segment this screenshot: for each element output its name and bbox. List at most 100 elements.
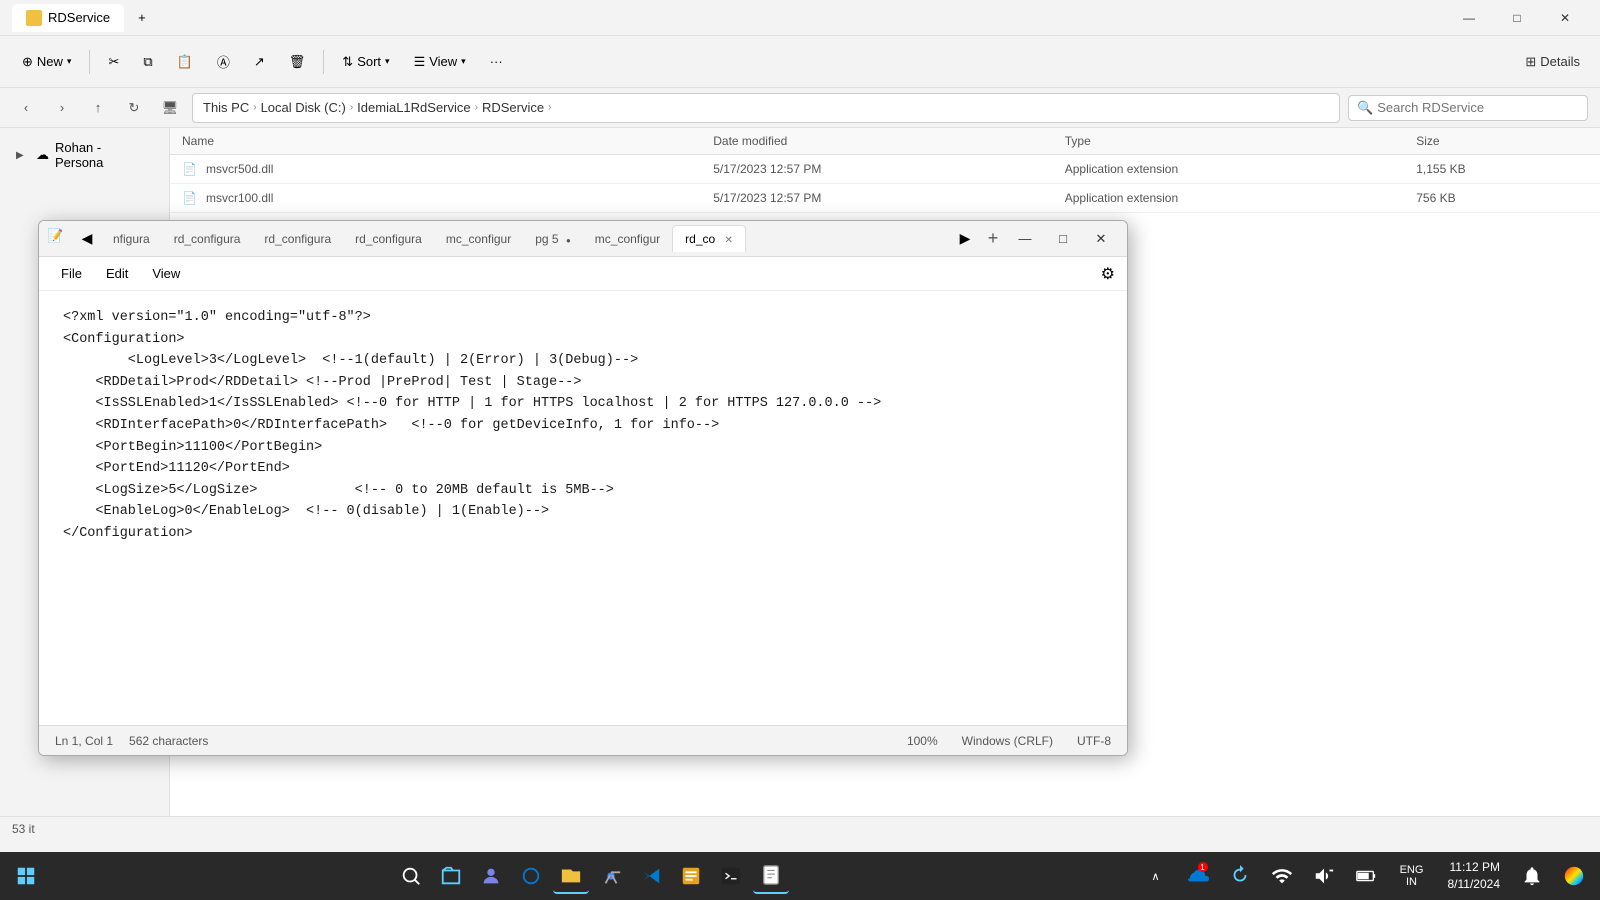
sep-1: › (253, 102, 256, 113)
back-button[interactable]: ‹ (12, 94, 40, 122)
np-prev-tab[interactable]: ◀ (73, 225, 101, 253)
taskbar-right: ∧ 1 ENG IN 11:12 PM 8/11/2024 (1138, 858, 1593, 894)
close-button[interactable]: ✕ (1542, 2, 1588, 34)
np-menubar: File Edit View ⚙ (39, 257, 1127, 291)
search-box[interactable]: 🔍 (1348, 95, 1588, 121)
np-tab-label-3: rd_configura (355, 232, 422, 246)
new-button[interactable]: ⊕ New ▾ (12, 48, 81, 76)
refresh-button[interactable]: ↻ (120, 94, 148, 122)
plus-icon: ⊕ (22, 54, 33, 70)
address-path[interactable]: This PC › Local Disk (C:) › IdemiaL1RdSe… (192, 93, 1340, 123)
paste-button[interactable]: 📋 (167, 48, 203, 76)
taskbar-chrome[interactable] (593, 858, 629, 894)
cut-button[interactable]: ✂ (98, 48, 129, 76)
taskbar-notepad[interactable] (753, 858, 789, 894)
add-tab-icon[interactable]: + (138, 10, 146, 25)
new-tab-btn[interactable]: + (124, 4, 160, 31)
file-date-0: 5/17/2023 12:57 PM (713, 162, 1065, 176)
title-tabs: RDService + (12, 4, 1446, 32)
taskbar-search[interactable] (393, 858, 429, 894)
taskbar-vscode[interactable] (633, 858, 669, 894)
taskbar-terminal[interactable] (713, 858, 749, 894)
minimize-button[interactable]: — (1446, 2, 1492, 34)
np-tab-6[interactable]: mc_configur (583, 226, 672, 252)
maximize-button[interactable]: □ (1494, 2, 1540, 34)
share-button[interactable]: ↗ (244, 48, 275, 76)
taskbar-teams[interactable] (473, 858, 509, 894)
view-icon: ☰ (414, 54, 426, 70)
np-menu-edit[interactable]: Edit (96, 262, 138, 285)
tray-battery[interactable] (1348, 858, 1384, 894)
search-icon: 🔍 (1357, 100, 1373, 116)
details-label: Details (1540, 54, 1580, 69)
np-tab-7[interactable]: rd_co ✕ (672, 225, 746, 252)
np-tab-label-2: rd_configura (264, 232, 331, 246)
path-thispc[interactable]: This PC (203, 100, 249, 115)
tray-wifi[interactable] (1264, 858, 1300, 894)
explorer-tab[interactable]: RDService (12, 4, 124, 32)
np-next-tab[interactable]: ▶ (951, 225, 979, 253)
taskbar-files[interactable] (433, 858, 469, 894)
file-name-1: 📄 msvcr100.dll (178, 187, 713, 209)
sort-button[interactable]: ⇅ Sort ▾ (332, 48, 399, 76)
view-button[interactable]: ☰ View ▾ (404, 48, 476, 76)
np-tab-label-7: rd_co (685, 232, 715, 246)
taskbar-left (8, 858, 44, 894)
sidebar-item-rohan[interactable]: ▶ ☁ Rohan - Persona (4, 136, 165, 174)
tray-onedrive[interactable]: 1 (1180, 858, 1216, 894)
np-tab-1[interactable]: rd_configura (162, 226, 253, 252)
tray-expand[interactable]: ∧ (1138, 858, 1174, 894)
separator-2 (323, 50, 324, 74)
np-menu-view[interactable]: View (142, 262, 190, 285)
file-date-1: 5/17/2023 12:57 PM (713, 191, 1065, 205)
path-localdisk[interactable]: Local Disk (C:) (261, 100, 346, 115)
forward-button[interactable]: › (48, 94, 76, 122)
search-input[interactable] (1377, 100, 1579, 115)
lang-label: ENG (1400, 864, 1424, 876)
taskbar-explorer[interactable] (553, 858, 589, 894)
np-settings-icon[interactable]: ⚙ (1101, 264, 1115, 284)
up-button[interactable]: ↑ (84, 94, 112, 122)
np-tab-close-7[interactable]: ✕ (725, 235, 733, 246)
taskbar-notes[interactable] (673, 858, 709, 894)
np-zoom: 100% (907, 734, 938, 748)
np-tab-label-6: mc_configur (595, 232, 660, 246)
time-section[interactable]: 11:12 PM 8/11/2024 (1440, 859, 1509, 893)
np-close[interactable]: ✕ (1083, 225, 1119, 253)
np-menu-file[interactable]: File (51, 262, 92, 285)
language-indicator[interactable]: ENG IN (1390, 858, 1434, 894)
tray-update[interactable] (1222, 858, 1258, 894)
np-tab-3[interactable]: rd_configura (343, 226, 434, 252)
path-folder1[interactable]: IdemiaL1RdService (357, 100, 470, 115)
file-type-0: Application extension (1065, 162, 1417, 176)
np-win-controls: — □ ✕ (1007, 225, 1119, 253)
table-row[interactable]: 📄 msvcr100.dll 5/17/2023 12:57 PM Applic… (170, 184, 1600, 213)
taskbar-center (44, 858, 1138, 894)
start-button[interactable] (8, 858, 44, 894)
np-add-tab[interactable]: + (979, 225, 1007, 253)
np-tab-5[interactable]: pg 5 ● (523, 226, 583, 252)
rename-button[interactable]: Ⓐ (207, 46, 240, 77)
more-button[interactable]: ··· (480, 48, 513, 75)
table-row[interactable]: 📄 msvcr50d.dll 5/17/2023 12:57 PM Applic… (170, 155, 1600, 184)
new-caret: ▾ (67, 56, 72, 67)
tray-volume[interactable] (1306, 858, 1342, 894)
np-tab-0[interactable]: nfigura (101, 226, 162, 252)
view-caret: ▾ (461, 56, 466, 67)
np-tab-label-1: rd_configura (174, 232, 241, 246)
copy-button[interactable]: ⧉ (133, 48, 162, 76)
details-button[interactable]: ⊞ Details (1517, 50, 1588, 74)
np-editor[interactable]: <?xml version="1.0" encoding="utf-8"?> <… (39, 291, 1127, 725)
notification-bell[interactable] (1514, 858, 1550, 894)
np-maximize[interactable]: □ (1045, 225, 1081, 253)
np-tab-4[interactable]: mc_configur (434, 226, 523, 252)
taskbar-edge[interactable] (513, 858, 549, 894)
clock: 11:12 PM (1448, 859, 1501, 876)
np-tab-label-0: nfigura (113, 232, 150, 246)
np-minimize[interactable]: — (1007, 225, 1043, 253)
file-type-1: Application extension (1065, 191, 1417, 205)
color-palette[interactable] (1556, 858, 1592, 894)
path-folder2[interactable]: RDService (482, 100, 544, 115)
np-tab-2[interactable]: rd_configura (252, 226, 343, 252)
delete-button[interactable]: 🗑 (279, 48, 316, 76)
